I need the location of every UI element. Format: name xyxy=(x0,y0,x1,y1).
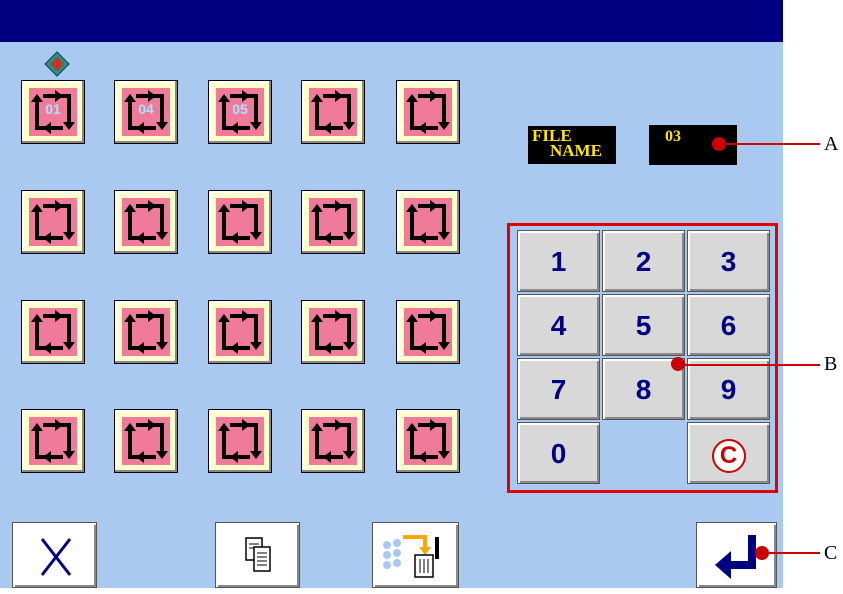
pattern-tile[interactable] xyxy=(396,80,460,144)
pattern-tile[interactable]: 01 xyxy=(21,80,85,144)
cube-icon xyxy=(44,51,70,77)
callout-a-label: A xyxy=(824,133,839,155)
loop-arrows-icon xyxy=(124,200,168,244)
loop-arrows-icon xyxy=(218,200,262,244)
loop-arrows-icon xyxy=(406,310,450,354)
loop-arrows-icon xyxy=(311,90,355,134)
tile-number: 05 xyxy=(232,101,248,117)
numeric-keypad: 1 2 3 4 5 6 7 8 9 0 C xyxy=(507,223,778,493)
key-6[interactable]: 6 xyxy=(687,294,770,356)
loop-arrows-icon xyxy=(31,419,75,463)
tile-number: 01 xyxy=(45,101,61,117)
callout-c-label: C xyxy=(824,542,838,564)
title-bar xyxy=(0,0,783,42)
pattern-tile[interactable] xyxy=(396,190,460,254)
file-name-label: FILE NAME xyxy=(528,126,616,164)
pattern-tile[interactable] xyxy=(114,300,178,364)
key-clear[interactable]: C xyxy=(687,422,770,484)
callout-b-label: B xyxy=(824,353,838,375)
close-icon xyxy=(40,538,72,576)
copy-button[interactable] xyxy=(215,522,300,588)
loop-arrows-icon xyxy=(31,200,75,244)
panel-screen: 01 04 05 FILE NAME 0 3 1 2 3 4 5 6 7 8 9 0 … xyxy=(0,0,783,588)
clear-icon: C xyxy=(711,438,746,473)
cancel-button[interactable] xyxy=(12,522,97,588)
loop-arrows-icon xyxy=(124,419,168,463)
callout-b-line xyxy=(679,364,820,366)
key-0[interactable]: 0 xyxy=(517,422,600,484)
pattern-tile[interactable] xyxy=(114,409,178,473)
pattern-tile[interactable]: 05 xyxy=(208,80,272,144)
pattern-tile[interactable] xyxy=(208,300,272,364)
loop-arrows-icon xyxy=(406,419,450,463)
loop-arrows-icon xyxy=(406,200,450,244)
pattern-tile[interactable] xyxy=(208,190,272,254)
file-name-label-line2: NAME xyxy=(550,141,602,160)
key-3[interactable]: 3 xyxy=(687,230,770,292)
loop-arrows-icon xyxy=(218,310,262,354)
pattern-tile[interactable] xyxy=(396,300,460,364)
pattern-tile[interactable] xyxy=(301,409,365,473)
pattern-tile[interactable] xyxy=(114,190,178,254)
callout-a-line xyxy=(720,143,820,145)
callout-c-line xyxy=(763,552,820,554)
delete-button[interactable] xyxy=(372,522,459,588)
pattern-tile[interactable] xyxy=(208,409,272,473)
delete-to-trash-icon xyxy=(383,535,439,578)
pattern-tile[interactable] xyxy=(301,300,365,364)
loop-arrows-icon xyxy=(311,419,355,463)
key-2[interactable]: 2 xyxy=(602,230,685,292)
loop-arrows-icon xyxy=(406,90,450,134)
copy-icon xyxy=(245,537,271,572)
pattern-tile[interactable] xyxy=(21,300,85,364)
key-4[interactable]: 4 xyxy=(517,294,600,356)
loop-arrows-icon xyxy=(311,200,355,244)
pattern-tile[interactable] xyxy=(301,80,365,144)
pattern-tile[interactable] xyxy=(301,190,365,254)
pattern-tile[interactable] xyxy=(396,409,460,473)
tile-number: 04 xyxy=(138,101,154,117)
key-1[interactable]: 1 xyxy=(517,230,600,292)
loop-arrows-icon xyxy=(124,310,168,354)
key-5[interactable]: 5 xyxy=(602,294,685,356)
loop-arrows-icon xyxy=(31,310,75,354)
key-9[interactable]: 9 xyxy=(687,358,770,420)
key-7[interactable]: 7 xyxy=(517,358,600,420)
loop-arrows-icon xyxy=(311,310,355,354)
pattern-tile[interactable] xyxy=(21,190,85,254)
pattern-tile[interactable]: 04 xyxy=(114,80,178,144)
loop-arrows-icon xyxy=(218,419,262,463)
pattern-tile[interactable] xyxy=(21,409,85,473)
